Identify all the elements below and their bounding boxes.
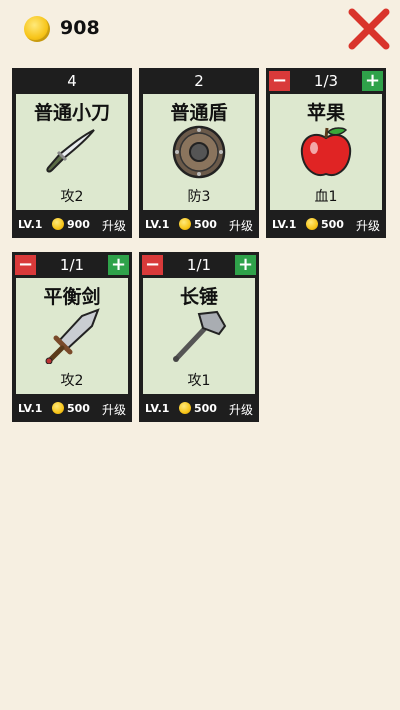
coin-icon: [179, 218, 191, 230]
increase-button[interactable]: +: [108, 255, 129, 275]
item-name: 长锤: [179, 286, 218, 308]
item-name: 普通盾: [170, 102, 228, 124]
item-stat: 血1: [314, 189, 338, 205]
upgrade-button[interactable]: 升级: [102, 401, 126, 418]
item-stat: 攻1: [187, 373, 211, 389]
card-footer: LV.1 500 升级: [12, 394, 132, 422]
card-header: 4: [12, 68, 132, 94]
item-stat: 攻2: [60, 373, 84, 389]
item-name: 苹果: [306, 102, 345, 124]
item-stat: 防3: [187, 189, 211, 205]
knife-icon: [46, 129, 95, 173]
hammer-icon: [173, 310, 227, 362]
item-card-sword[interactable]: − 1/1 + 平衡剑 攻2 LV.1 500 升级: [12, 252, 132, 422]
item-card-shield[interactable]: 2 普通盾 防3 LV.1 500 升级: [139, 68, 259, 238]
item-card-apple[interactable]: − 1/3 + 苹果 血1 LV.1 500 升级: [266, 68, 386, 238]
upgrade-price: 500: [194, 218, 217, 231]
level-label: LV.1: [145, 218, 170, 231]
item-card-knife[interactable]: 4 普通小刀 攻2 LV.1 900 升级: [12, 68, 132, 238]
apple-icon: [300, 127, 352, 176]
card-footer: LV.1 500 升级: [266, 210, 386, 238]
coin-icon: [24, 16, 50, 42]
card-footer: LV.1 500 升级: [139, 394, 259, 422]
level-label: LV.1: [272, 218, 297, 231]
increase-button[interactable]: +: [235, 255, 256, 275]
item-stat: 攻2: [60, 189, 84, 205]
card-header: − 1/3 +: [266, 68, 386, 94]
level-label: LV.1: [18, 402, 43, 415]
card-footer: LV.1 500 升级: [139, 210, 259, 238]
card-header: − 1/1 +: [139, 252, 259, 278]
item-name: 平衡剑: [43, 286, 101, 308]
increase-button[interactable]: +: [362, 71, 383, 91]
close-button[interactable]: [346, 6, 392, 52]
upgrade-button[interactable]: 升级: [356, 217, 380, 234]
shield-icon: [172, 125, 226, 179]
card-footer: LV.1 900 升级: [12, 210, 132, 238]
item-count: 4: [67, 72, 77, 90]
coin-icon: [306, 218, 318, 230]
upgrade-price: 500: [321, 218, 344, 231]
upgrade-price: 900: [67, 218, 90, 231]
card-body: 平衡剑 攻2: [16, 278, 128, 394]
card-header: − 1/1 +: [12, 252, 132, 278]
coin-icon: [52, 218, 64, 230]
coin-icon: [52, 402, 64, 414]
upgrade-button[interactable]: 升级: [102, 217, 126, 234]
item-count: 2: [194, 72, 204, 90]
item-name: 普通小刀: [33, 102, 110, 124]
item-card-hammer[interactable]: − 1/1 + 长锤 攻1 LV.1 500 升级: [139, 252, 259, 422]
card-body: 普通小刀 攻2: [16, 94, 128, 210]
upgrade-price: 500: [194, 402, 217, 415]
sword-icon: [45, 308, 100, 364]
coin-icon: [179, 402, 191, 414]
level-label: LV.1: [145, 402, 170, 415]
top-bar: 908: [0, 0, 400, 60]
level-label: LV.1: [18, 218, 43, 231]
upgrade-price: 500: [67, 402, 90, 415]
card-body: 长锤 攻1: [143, 278, 255, 394]
coin-count: 908: [60, 17, 100, 39]
upgrade-button[interactable]: 升级: [229, 217, 253, 234]
card-body: 苹果 血1: [270, 94, 382, 210]
upgrade-button[interactable]: 升级: [229, 401, 253, 418]
card-header: 2: [139, 68, 259, 94]
card-body: 普通盾 防3: [143, 94, 255, 210]
